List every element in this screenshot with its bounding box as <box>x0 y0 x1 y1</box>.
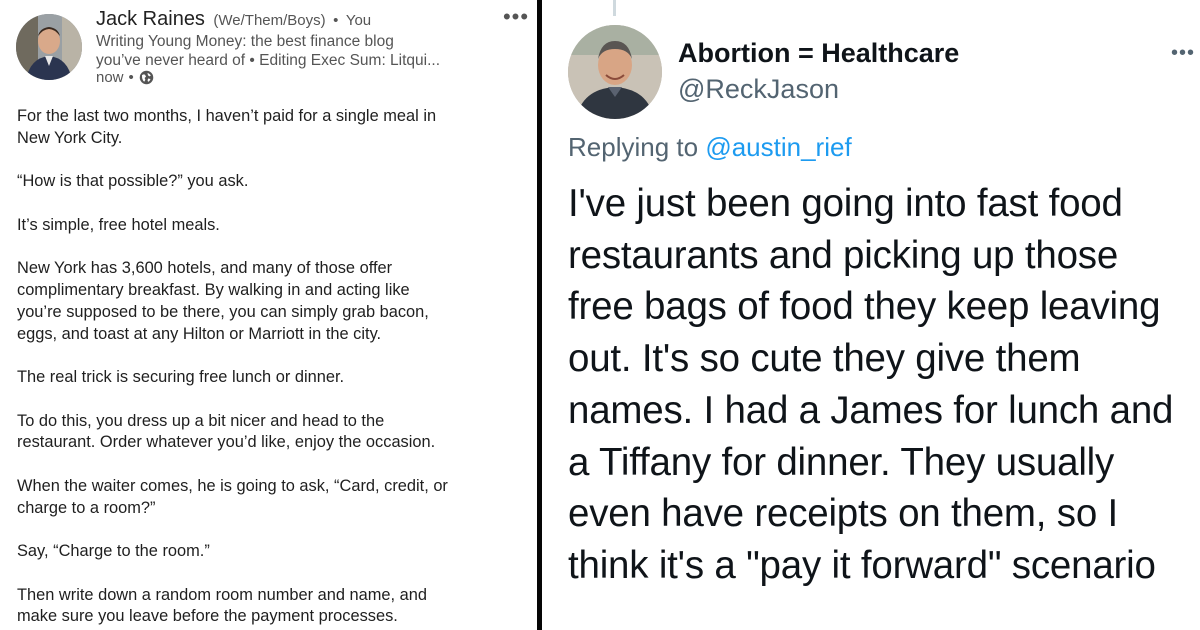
body-line: Then write down a random room number and… <box>17 585 427 604</box>
separator-dot: • <box>128 69 134 86</box>
tweet-author-photo <box>568 25 662 119</box>
replying-to-prefix: Replying to <box>568 132 699 162</box>
body-line: make sure you leave before the payment p… <box>17 607 398 626</box>
tweet-display-name[interactable]: Abortion = Healthcare <box>678 38 959 69</box>
tweet-text-line: restaurants and picking up those <box>568 233 1119 277</box>
tweet-text: I've just been going into fast food rest… <box>568 178 1193 592</box>
globe-icon <box>139 70 154 85</box>
tweet-text-line: think it's a "pay it forward" scenario <box>568 543 1156 587</box>
more-horizontal-icon[interactable]: ••• <box>499 6 533 30</box>
post-paragraph: “How is that possible?” you ask. <box>17 171 532 193</box>
body-line: restaurant. Order whatever you’d like, e… <box>17 433 436 452</box>
tweet-text-line: I've just been going into fast food <box>568 182 1123 225</box>
headline-line: Writing Young Money: the best finance bl… <box>96 33 394 50</box>
body-line: It’s simple, free hotel meals. <box>17 215 220 234</box>
post-paragraph: Say, “Charge to the room.” <box>17 541 532 563</box>
thread-connector <box>613 0 616 16</box>
post-timestamp[interactable]: now <box>96 69 124 86</box>
post-paragraph: For the last two months, I haven’t paid … <box>17 106 532 150</box>
tweet-text-line: names. I had a James for lunch and <box>568 388 1174 432</box>
post-paragraph: The real trick is securing free lunch or… <box>17 367 532 389</box>
post-paragraph: Then write down a random room number and… <box>17 585 532 629</box>
body-line: To do this, you dress up a bit nicer and… <box>17 411 385 430</box>
body-line: Say, “Charge to the room.” <box>17 542 210 561</box>
author-photo <box>16 14 82 80</box>
body-line: charge to a room?” <box>17 498 156 517</box>
more-horizontal-icon[interactable]: ••• <box>1168 43 1198 64</box>
tweet-reply: Abortion = Healthcare @ReckJason ••• Rep… <box>542 0 1200 630</box>
post-meta: now • <box>96 69 154 86</box>
post-paragraph: When the waiter comes, he is going to as… <box>17 476 532 520</box>
post-body: For the last two months, I haven’t paid … <box>17 106 532 630</box>
connection-degree: You <box>345 12 372 29</box>
replying-to-line: Replying to @austin_rief <box>568 132 852 163</box>
separator-dot: • <box>333 12 339 29</box>
body-line: eggs, and toast at any Hilton or Marriot… <box>17 324 382 343</box>
post-paragraph: New York has 3,600 hotels, and many of t… <box>17 258 532 345</box>
headline-line: you’ve never heard of • Editing Exec Sum… <box>96 51 441 69</box>
tweet-handle[interactable]: @ReckJason <box>678 74 839 105</box>
author-avatar[interactable] <box>16 14 82 80</box>
author-headline: Writing Young Money: the best finance bl… <box>96 33 476 70</box>
body-line: For the last two months, I haven’t paid … <box>17 107 437 125</box>
body-line: “How is that possible?” you ask. <box>17 172 249 191</box>
body-line: New York has 3,600 hotels, and many of t… <box>17 259 393 278</box>
body-line: New York City. <box>17 128 123 147</box>
post-paragraph: It’s simple, free hotel meals. <box>17 215 532 237</box>
body-line: When the waiter comes, he is going to as… <box>17 476 448 495</box>
linkedin-post: Jack Raines (We/Them/Boys) • You ••• Wri… <box>0 0 537 630</box>
tweet-text-line: out. It's so cute they give them <box>568 337 1081 381</box>
author-pronouns: (We/Them/Boys) <box>213 12 326 29</box>
body-line: complimentary breakfast. By walking in a… <box>17 281 410 300</box>
body-line: The real trick is securing free lunch or… <box>17 368 345 387</box>
author-line: Jack Raines (We/Them/Boys) • You <box>96 8 371 31</box>
tweet-text-line: even have receipts on them, so I <box>568 492 1119 536</box>
replying-to-handle-link[interactable]: @austin_rief <box>705 132 851 162</box>
author-name[interactable]: Jack Raines <box>96 8 205 30</box>
tweet-text-line: a Tiffany for dinner. They usually <box>568 440 1115 484</box>
tweet-author-avatar[interactable] <box>568 25 662 119</box>
tweet-text-line: free bags of food they keep leaving <box>568 285 1161 329</box>
post-paragraph: To do this, you dress up a bit nicer and… <box>17 411 532 455</box>
body-line: you’re supposed to be there, you can sim… <box>17 302 429 321</box>
